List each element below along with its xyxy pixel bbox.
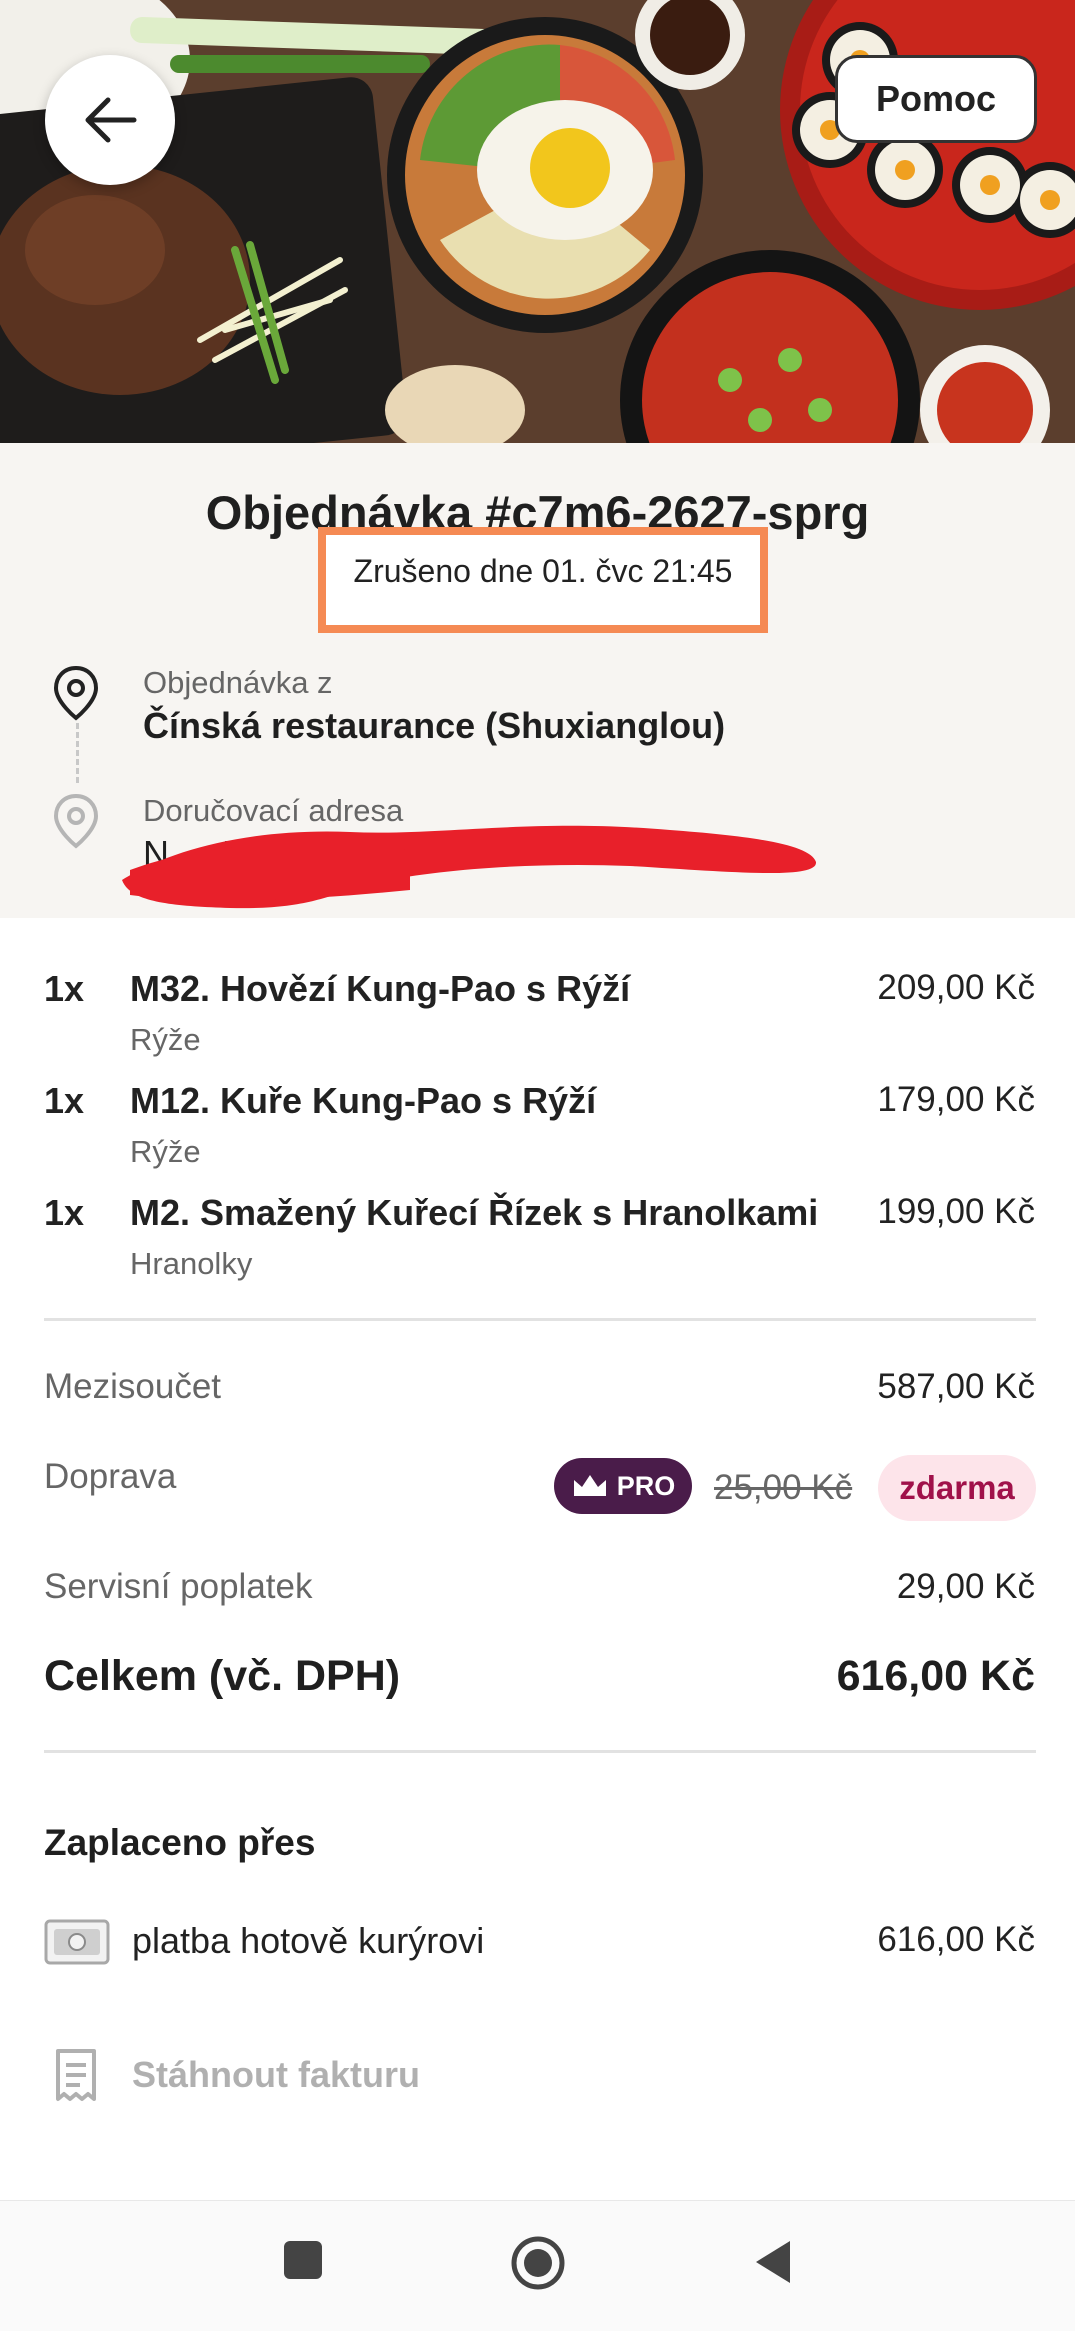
item-quantity: 1x	[44, 968, 85, 1009]
divider	[44, 1750, 1036, 1753]
system-navigation-bar	[0, 2200, 1075, 2331]
list-item: 1x M32. Hovězí Kung-Pao s Rýží Rýže 209,…	[0, 950, 1075, 1062]
item-name: M2. Smažený Kuřecí Řízek s Hranolkami	[130, 1192, 819, 1233]
receipt-icon[interactable]	[52, 2047, 100, 2103]
restaurant-name: Čínská restaurance (Shuxianglou)	[143, 705, 726, 746]
divider	[44, 1318, 1036, 1321]
crown-icon	[573, 1475, 606, 1496]
subtotal-value: 587,00 Kč	[877, 1367, 1035, 1406]
circle-icon[interactable]	[510, 2235, 566, 2291]
item-option: Hranolky	[130, 1246, 253, 1281]
item-price: 199,00 Kč	[877, 1192, 1035, 1231]
redaction-scribble	[122, 825, 817, 909]
service-fee-value: 29,00 Kč	[896, 1567, 1035, 1606]
service-fee-row: Servisní poplatek 29,00 Kč	[0, 1567, 1075, 1627]
item-option: Rýže	[130, 1134, 201, 1169]
cash-icon	[44, 1919, 110, 1965]
order-from-label: Objednávka z	[143, 665, 333, 700]
item-option: Rýže	[130, 1022, 201, 1057]
help-button[interactable]: Pomoc	[835, 55, 1037, 143]
list-item: 1x M12. Kuře Kung-Pao s Rýží Rýže 179,00…	[0, 1062, 1075, 1174]
download-invoice-link[interactable]: Stáhnout fakturu	[132, 2054, 420, 2096]
pro-badge-label: PRO	[616, 1470, 676, 1501]
total-label: Celkem (vč. DPH)	[44, 1652, 401, 1700]
payment-method: platba hotově kurýrovi	[132, 1920, 485, 1961]
location-pin-icon	[53, 665, 99, 721]
service-fee-label: Servisní poplatek	[44, 1567, 313, 1606]
order-status: Zrušeno dne 01. čvc 21:45	[353, 553, 733, 589]
total-value: 616,00 Kč	[836, 1652, 1035, 1700]
item-price: 209,00 Kč	[877, 968, 1035, 1007]
subtotal-label: Mezisoučet	[44, 1367, 222, 1406]
delivery-fee-label: Doprava	[44, 1457, 177, 1496]
item-quantity: 1x	[44, 1192, 85, 1233]
back-button[interactable]	[45, 55, 175, 185]
item-name: M12. Kuře Kung-Pao s Rýží	[130, 1080, 597, 1121]
item-price: 179,00 Kč	[877, 1080, 1035, 1119]
square-icon[interactable]	[282, 2239, 324, 2281]
arrow-left-icon	[85, 97, 137, 143]
location-pin-outline-icon	[53, 793, 99, 849]
order-items-list: 1x M32. Hovězí Kung-Pao s Rýží Rýže 209,…	[0, 950, 1075, 1286]
payment-heading: Zaplaceno přes	[44, 1822, 316, 1863]
total-row: Celkem (vč. DPH) 616,00 Kč	[0, 1652, 1075, 1712]
delivery-old-price: 25,00 Kč	[714, 1468, 853, 1507]
subtotal-row: Mezisoučet 587,00 Kč	[0, 1367, 1075, 1427]
item-name: M32. Hovězí Kung-Pao s Rýží	[130, 968, 631, 1009]
triangle-back-icon[interactable]	[752, 2239, 794, 2285]
delivery-free-badge: zdarma	[878, 1455, 1036, 1521]
payment-amount: 616,00 Kč	[877, 1920, 1035, 1959]
pro-badge: PRO	[554, 1458, 692, 1514]
route-connector	[76, 723, 79, 783]
item-quantity: 1x	[44, 1080, 85, 1121]
list-item: 1x M2. Smažený Kuřecí Řízek s Hranolkami…	[0, 1174, 1075, 1286]
